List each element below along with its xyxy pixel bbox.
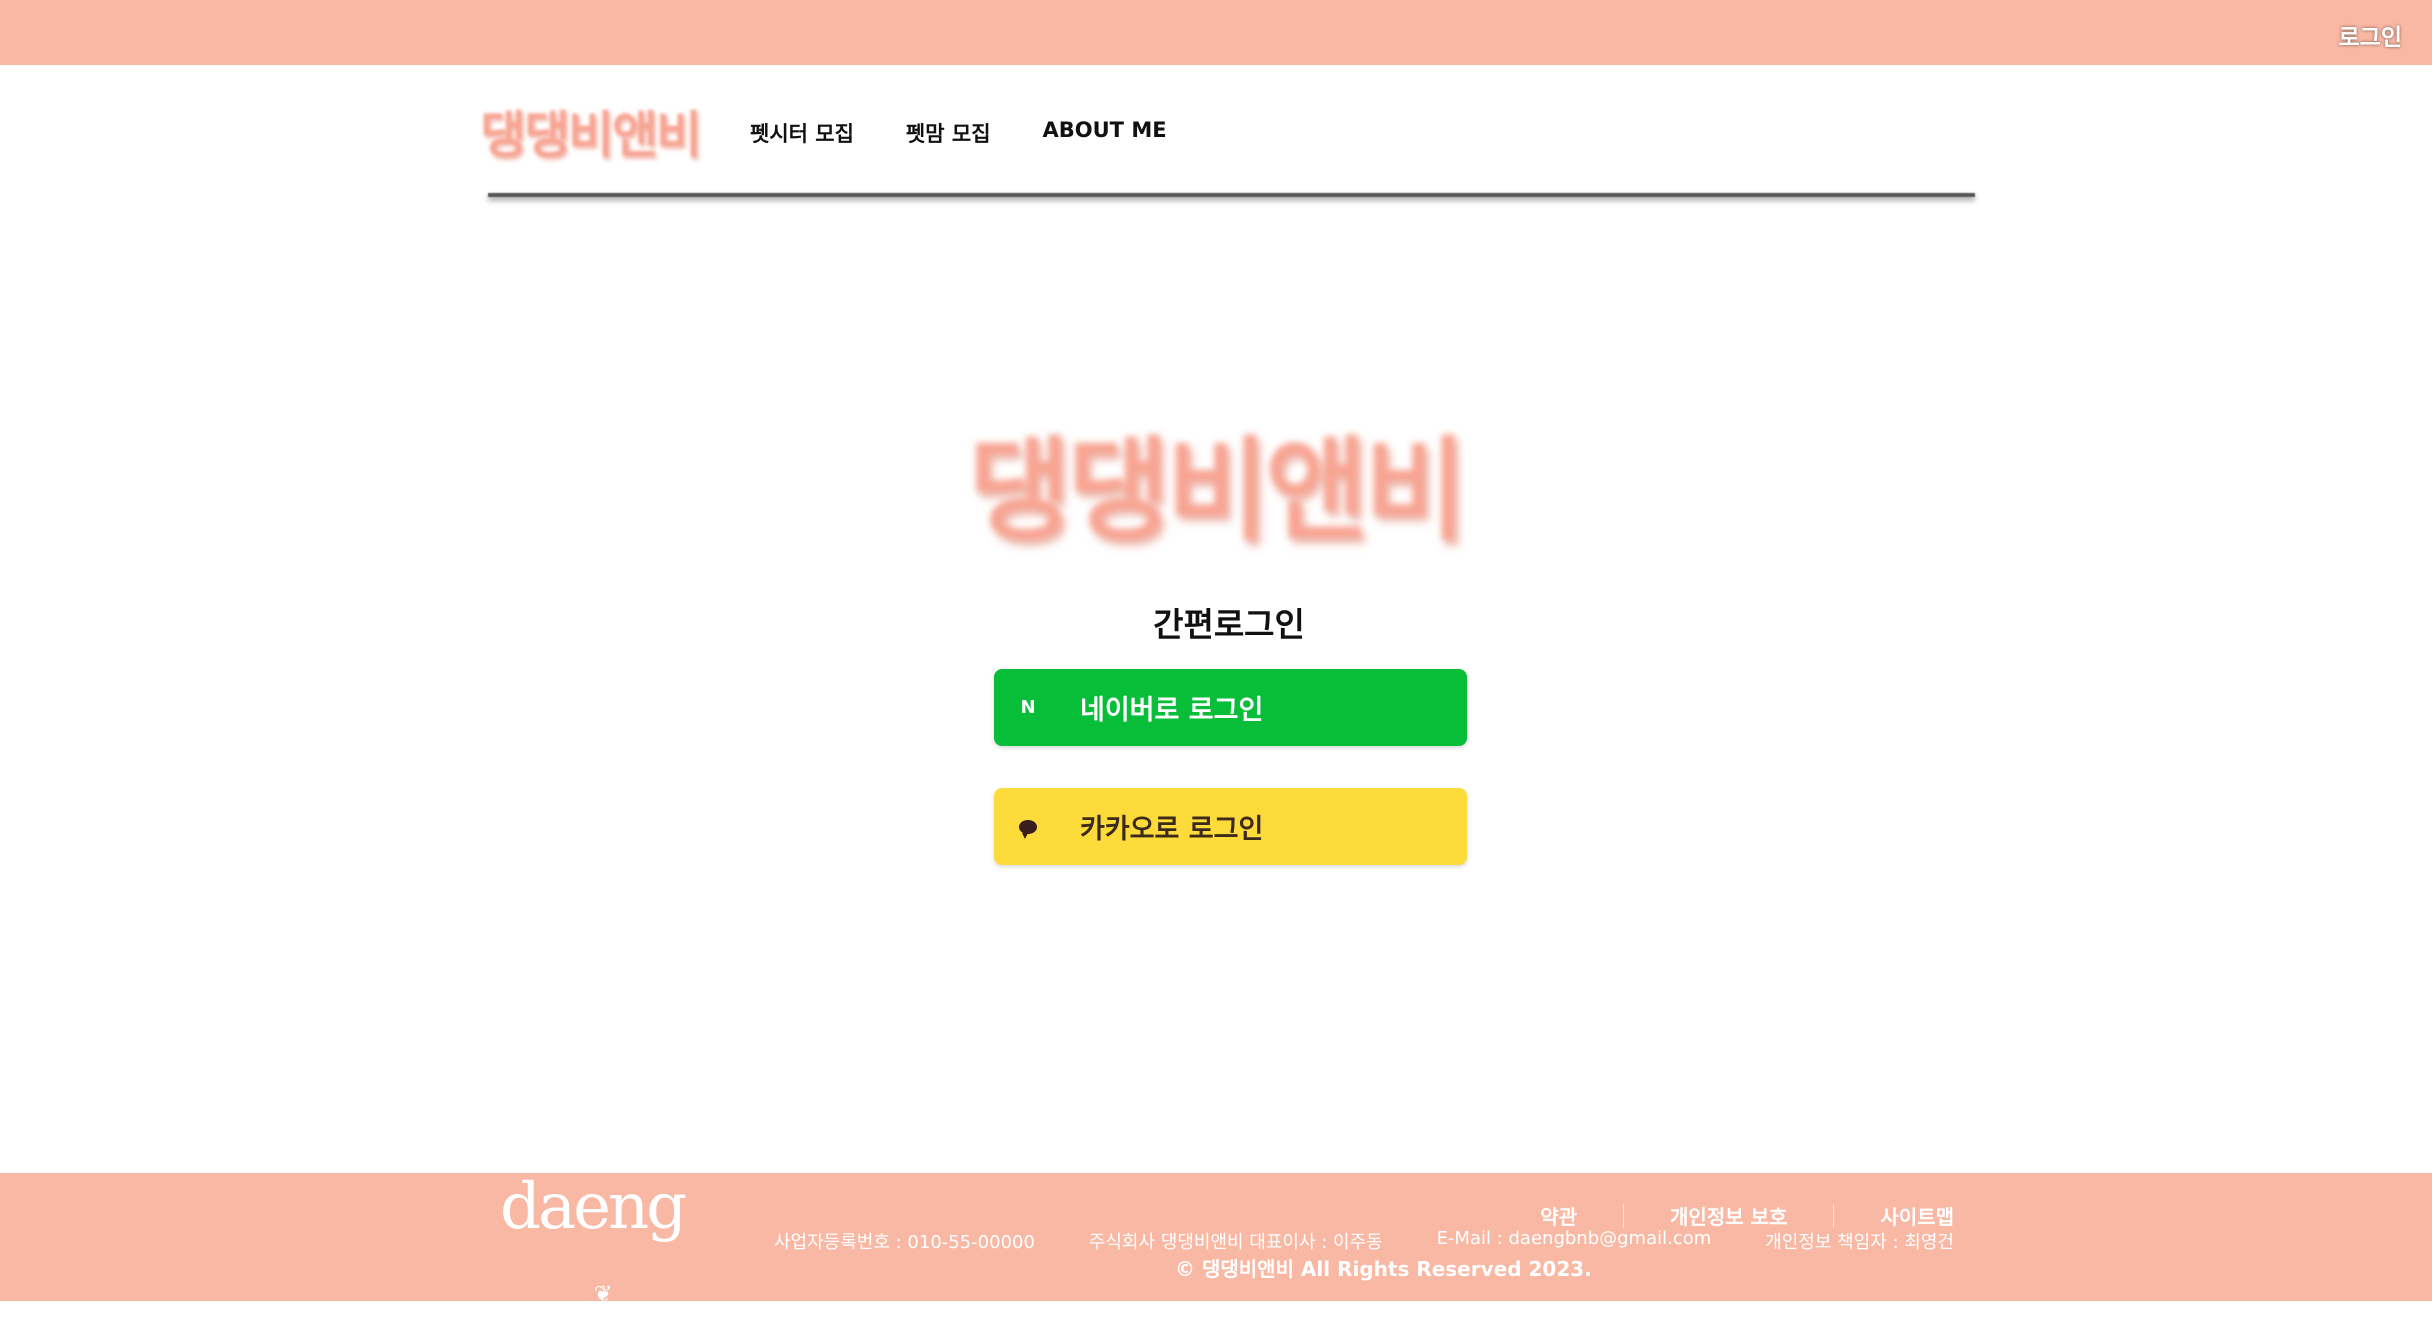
naver-n-icon: N xyxy=(1020,697,1036,718)
kakao-login-label: 카카오로 로그인 xyxy=(1080,814,1264,845)
footer-link-divider xyxy=(1833,1203,1835,1228)
nav-item-petmom-recruit[interactable]: 펫맘 모집 xyxy=(906,118,991,148)
footer-link-divider xyxy=(1623,1203,1625,1228)
privacy-officer: 개인정보 책임자 : 최영건 xyxy=(1765,1232,1954,1253)
footer-link-terms[interactable]: 약관 xyxy=(1540,1201,1577,1230)
easy-login-title: 간편로그인 xyxy=(1153,605,1305,644)
nav-item-petsitter-recruit[interactable]: 펫시터 모집 xyxy=(750,118,854,148)
site-header: 댕댕비앤비 펫시터 모집 펫맘 모집 ABOUT ME xyxy=(480,65,1975,197)
contact-email: E-Mail : daengbnb@gmail.com xyxy=(1436,1228,1712,1249)
header-divider xyxy=(488,193,1975,197)
copyright: © 댕댕비앤비 All Rights Reserved 2023. xyxy=(1175,1257,1592,1281)
naver-login-button[interactable]: N 네이버로 로그인 xyxy=(994,669,1467,746)
footer-link-privacy[interactable]: 개인정보 보호 xyxy=(1670,1201,1787,1230)
site-footer: daeng ❦ 약관 개인정보 보호 사이트맵 사업자등록번호 : 010-55… xyxy=(0,1173,2432,1307)
leaf-icon: ❦ xyxy=(594,1282,613,1307)
kakao-login-button[interactable]: 카카오로 로그인 xyxy=(994,788,1467,865)
top-login-link[interactable]: 로그인 xyxy=(2339,18,2402,52)
company-ceo: 주식회사 댕댕비앤비 대표이사 : 이주동 xyxy=(1088,1232,1383,1253)
top-bar: 로그인 xyxy=(0,0,2432,65)
footer-logo-text: daeng xyxy=(500,1170,687,1244)
main-logo: 댕댕비앤비 xyxy=(968,426,1467,556)
main-nav: 펫시터 모집 펫맘 모집 ABOUT ME xyxy=(750,118,1167,148)
footer-link-sitemap[interactable]: 사이트맵 xyxy=(1880,1201,1954,1230)
footer-company-info: 사업자등록번호 : 010-55-00000 주식회사 댕댕비앤비 대표이사 :… xyxy=(774,1228,1954,1254)
naver-login-label: 네이버로 로그인 xyxy=(1080,695,1264,726)
footer-links: 약관 개인정보 보호 사이트맵 xyxy=(1540,1201,1954,1230)
business-number: 사업자등록번호 : 010-55-00000 xyxy=(774,1232,1035,1253)
footer-logo: daeng ❦ xyxy=(500,1175,687,1307)
nav-item-about-me[interactable]: ABOUT ME xyxy=(1043,118,1167,148)
header-logo[interactable]: 댕댕비앤비 xyxy=(480,95,702,167)
kakao-bubble-icon xyxy=(1018,817,1038,839)
